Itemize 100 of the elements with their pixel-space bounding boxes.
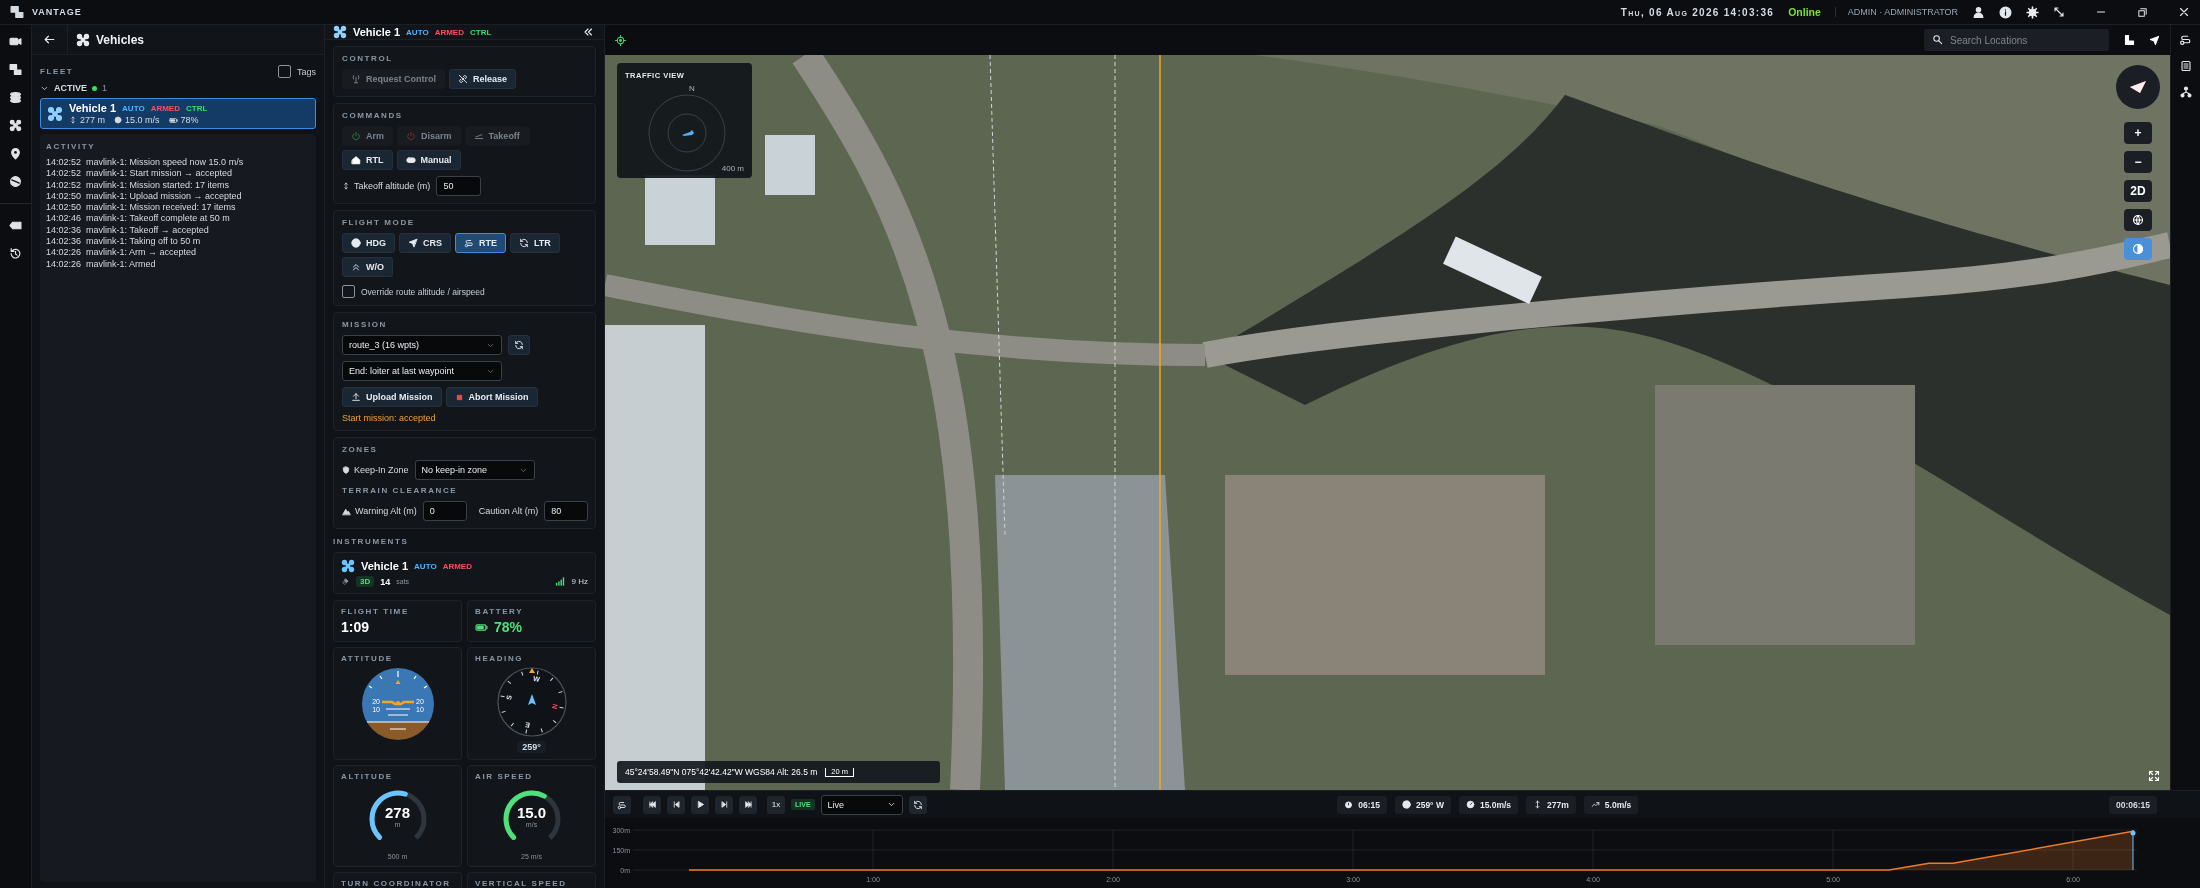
- vehicle-list-item[interactable]: Vehicle 1 AUTO ARMED CTRL 277 m 15.0 m/s 78%: [40, 98, 316, 129]
- control-button[interactable]: Release: [449, 69, 517, 89]
- restore-icon[interactable]: [2137, 6, 2148, 18]
- flight-mode-button[interactable]: LTR: [510, 233, 560, 253]
- power-icon: [406, 131, 416, 141]
- skip-forward-button[interactable]: [739, 795, 757, 814]
- search-field[interactable]: Search Locations: [1924, 29, 2109, 51]
- override-checkbox[interactable]: [342, 285, 355, 298]
- user-icon[interactable]: [1972, 5, 1985, 19]
- settings-icon[interactable]: [2026, 5, 2039, 19]
- user-name: ADMIN · ADMINISTRATOR: [1834, 7, 1958, 17]
- activity-log-entry: 14:02:52 mavlink-1: Mission speed now 15.0 m/s: [46, 157, 245, 168]
- command-button[interactable]: Manual: [396, 150, 461, 170]
- source-dropdown[interactable]: Live: [820, 794, 903, 815]
- play-button[interactable]: [691, 795, 709, 814]
- home-icon: [351, 155, 361, 165]
- shield-icon: [342, 466, 350, 474]
- tag-icon[interactable]: [9, 219, 22, 232]
- keep-in-zone-dropdown[interactable]: No keep-in zone: [414, 460, 535, 480]
- step-forward-button[interactable]: [715, 795, 733, 814]
- north-label: N: [689, 84, 695, 93]
- drone-mode-button[interactable]: [613, 795, 631, 814]
- list-icon[interactable]: [2179, 60, 2192, 72]
- skip-forward-icon: [743, 800, 753, 809]
- step-forward-icon: [719, 800, 729, 809]
- section-label: FLIGHT MODE: [342, 218, 416, 227]
- battery-icon: [168, 115, 178, 125]
- link-rate: 9 Hz: [571, 577, 588, 586]
- route-icon[interactable]: [2179, 33, 2192, 46]
- field-label: Warning Alt (m): [342, 506, 417, 516]
- altitude-icon: [69, 116, 77, 124]
- skip-back-button[interactable]: [643, 795, 661, 814]
- instrument-label: ALTITUDE: [341, 772, 394, 781]
- instrument-label: BATTERY: [475, 607, 525, 616]
- step-back-button[interactable]: [667, 795, 685, 814]
- upload-mission-button[interactable]: Upload Mission: [342, 387, 442, 407]
- drone-icon: [341, 559, 355, 573]
- refresh-button[interactable]: [908, 795, 927, 814]
- search-icon: [1932, 34, 1943, 45]
- abort-mission-button[interactable]: Abort Mission: [445, 387, 538, 407]
- mission-status: Start mission: accepted: [342, 413, 437, 423]
- playhead[interactable]: [2130, 829, 2136, 871]
- flight-mode-button[interactable]: CRS: [399, 233, 451, 253]
- network-icon[interactable]: [2179, 86, 2192, 98]
- warning-altitude-input[interactable]: 0: [422, 501, 467, 521]
- aerial-map-drawing[interactable]: [605, 55, 2170, 790]
- fullscreen-icon[interactable]: [2148, 770, 2160, 782]
- altitude-icon: [1533, 800, 1543, 809]
- status-tag: AUTO: [414, 561, 437, 571]
- map-control-button[interactable]: 2D: [2124, 180, 2152, 202]
- history-icon[interactable]: [9, 247, 22, 260]
- caution-altitude-input[interactable]: 80: [544, 501, 589, 521]
- flight-mode-button[interactable]: HDG: [342, 233, 395, 253]
- map-control-button[interactable]: [2124, 209, 2152, 231]
- telemetry-readout: 259° W: [1394, 795, 1451, 814]
- instrument-label: TURN COORDINATOR: [341, 879, 452, 888]
- vehicle-battery: 78%: [180, 115, 199, 125]
- target-icon[interactable]: [615, 34, 626, 46]
- flight-mode-button[interactable]: W/O: [342, 257, 393, 277]
- field-label: Keep-In Zone: [342, 465, 409, 475]
- connection-status: Online: [1788, 6, 1821, 18]
- activity-log-entry: 14:02:52 mavlink-1: Mission started: 17 items: [46, 179, 231, 190]
- activity-log-entry: 14:02:46 mavlink-1: Takeoff complete at 50 m: [46, 213, 231, 224]
- activity-log-entry: 14:02:26 mavlink-1: Arm → accepted: [46, 247, 198, 258]
- map-control-button[interactable]: −: [2124, 151, 2152, 173]
- telemetry-readout: 277m: [1526, 795, 1576, 814]
- activity-log-entry: 14:02:52 mavlink-1: Start mission → accepted: [46, 168, 234, 179]
- drone-icon[interactable]: [9, 119, 22, 132]
- map-control-button[interactable]: +: [2124, 122, 2152, 144]
- refresh-button[interactable]: [508, 335, 530, 355]
- flight-mode-button[interactable]: RTE: [455, 233, 506, 253]
- layers-icon[interactable]: [9, 91, 22, 104]
- field-label: Takeoff altitude (m): [342, 181, 431, 191]
- command-button[interactable]: RTL: [342, 150, 393, 170]
- gauge-value: 278: [385, 804, 410, 821]
- ruler-icon[interactable]: [2123, 34, 2135, 46]
- route-dropdown[interactable]: route_3 (16 wpts): [342, 335, 502, 355]
- windows-icon[interactable]: [9, 63, 22, 76]
- collapse-icon[interactable]: [582, 26, 594, 38]
- step-back-icon: [671, 800, 681, 809]
- tags-checkbox[interactable]: [278, 65, 291, 78]
- telemetry-readout: 15.0m/s: [1458, 795, 1519, 814]
- skip-back-icon: [647, 800, 657, 809]
- speedometer-icon: [1465, 800, 1475, 809]
- section-label: COMMANDS: [342, 111, 404, 120]
- navigation-icon[interactable]: [2149, 34, 2160, 46]
- group-count: 1: [102, 83, 108, 93]
- playback-speed-button[interactable]: 1x: [767, 795, 785, 814]
- route-icon: [464, 238, 474, 248]
- gauge-value: 15.0: [516, 804, 547, 821]
- group-toggle[interactable]: ACTIVE: [40, 83, 87, 93]
- end-action-dropdown[interactable]: End: loiter at last waypoint: [342, 361, 502, 381]
- location-pin-icon[interactable]: [9, 147, 22, 160]
- expand-icon[interactable]: [2053, 6, 2065, 18]
- close-icon[interactable]: [2178, 6, 2190, 18]
- status-tag: ARMED: [434, 27, 464, 37]
- camera-icon[interactable]: [9, 35, 22, 48]
- info-icon[interactable]: [1999, 5, 2012, 19]
- drone-icon: [47, 105, 63, 122]
- takeoff-altitude-input[interactable]: 50: [436, 176, 482, 196]
